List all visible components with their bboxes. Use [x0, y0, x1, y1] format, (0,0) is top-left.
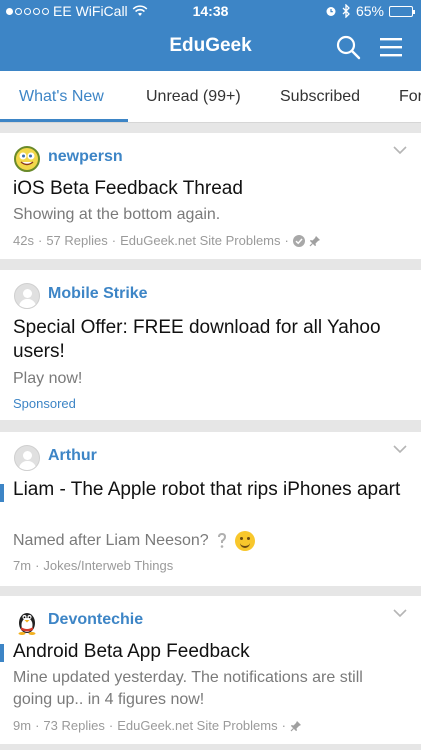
forum-name[interactable]: EduGeek.net Site Problems [117, 718, 277, 733]
thread-age: 9m [13, 718, 32, 733]
meta-separator: · [111, 233, 117, 248]
tux-avatar[interactable] [14, 609, 40, 635]
thread-age: 7m [13, 558, 32, 573]
chevron-down-icon[interactable] [393, 145, 407, 155]
default-avatar[interactable] [14, 445, 40, 471]
thread-snippet-row: Named after Liam Neeson? [13, 530, 391, 552]
spongebob-face-icon [19, 152, 35, 166]
tab-forums[interactable]: For [399, 88, 421, 106]
meta-separator: · [281, 718, 286, 733]
thread-snippet: Named after Liam Neeson? [13, 532, 209, 549]
tab-subscribed[interactable]: Subscribed [280, 88, 360, 106]
thread-snippet: Mine updated yesterday. The notification… [13, 669, 363, 708]
thread-age: 42s [13, 233, 34, 248]
thread-card[interactable]: Arthur Liam - The Apple robot that rips … [0, 432, 421, 586]
status-bar: EE WiFiCall 14:38 65% [0, 0, 421, 22]
title-bar: EduGeek [0, 22, 421, 71]
thread-card[interactable]: newpersn iOS Beta Feedback Thread Showin… [0, 133, 421, 259]
bluetooth-icon [342, 4, 350, 18]
tab-whats-new[interactable]: What's New [19, 88, 104, 106]
default-avatar[interactable] [14, 283, 40, 309]
thread-title[interactable]: Liam - The Apple robot that rips iPhones… [13, 478, 401, 502]
battery-icon [389, 5, 415, 17]
meta-separator: · [35, 558, 40, 573]
app-header: EE WiFiCall 14:38 65% EduGeek [0, 0, 421, 71]
spongebob-avatar[interactable] [14, 146, 40, 172]
forum-name[interactable]: EduGeek.net Site Problems [120, 233, 280, 248]
thread-snippet: Showing at the bottom again. [13, 206, 221, 223]
reply-count: 57 Replies [46, 233, 108, 248]
chevron-down-icon[interactable] [393, 444, 407, 454]
sponsored-label: Sponsored [13, 396, 76, 411]
search-icon[interactable] [335, 34, 361, 60]
thread-card[interactable]: Devontechie Android Beta App Feedback Mi… [0, 596, 421, 744]
unread-indicator [0, 484, 4, 502]
sponsored-card[interactable]: Mobile Strike Special Offer: FREE downlo… [0, 270, 421, 420]
chevron-down-icon[interactable] [393, 608, 407, 618]
thread-meta: 42s · 57 Replies · EduGeek.net Site Prob… [13, 233, 321, 248]
pin-icon [290, 720, 301, 731]
pin-icon [309, 235, 320, 246]
author-name[interactable]: newpersn [48, 148, 123, 166]
forum-name[interactable]: Jokes/Interweb Things [43, 558, 173, 573]
meta-separator: · [284, 233, 289, 248]
question-mark-icon [217, 533, 226, 548]
reply-count: 73 Replies [43, 718, 105, 733]
meta-separator: · [108, 718, 114, 733]
active-tab-indicator [0, 119, 128, 122]
meta-separator: · [35, 718, 40, 733]
check-circle-icon [292, 234, 305, 247]
app: EE WiFiCall 14:38 65% EduGeek What's New… [0, 0, 421, 750]
meta-separator: · [37, 233, 43, 248]
penguin-icon [18, 613, 36, 635]
thread-meta: 7m · Jokes/Interweb Things [13, 558, 173, 573]
author-name[interactable]: Mobile Strike [48, 285, 148, 303]
battery-percent: 65% [355, 3, 384, 19]
thread-meta: 9m · 73 Replies · EduGeek.net Site Probl… [13, 718, 302, 733]
tab-unread[interactable]: Unread (99+) [146, 88, 241, 106]
author-name[interactable]: Devontechie [48, 611, 143, 629]
menu-icon[interactable] [379, 36, 403, 58]
author-name[interactable]: Arthur [48, 447, 97, 465]
tab-bar: What's New Unread (99+) Subscribed For [0, 71, 421, 123]
unread-indicator [0, 644, 4, 662]
thread-title[interactable]: Android Beta App Feedback [13, 640, 401, 664]
ad-snippet: Play now! [13, 370, 83, 387]
smiley-icon [234, 531, 255, 551]
ad-title[interactable]: Special Offer: FREE download for all Yah… [13, 316, 401, 364]
thread-title[interactable]: iOS Beta Feedback Thread [13, 177, 401, 201]
alarm-icon [326, 7, 336, 16]
